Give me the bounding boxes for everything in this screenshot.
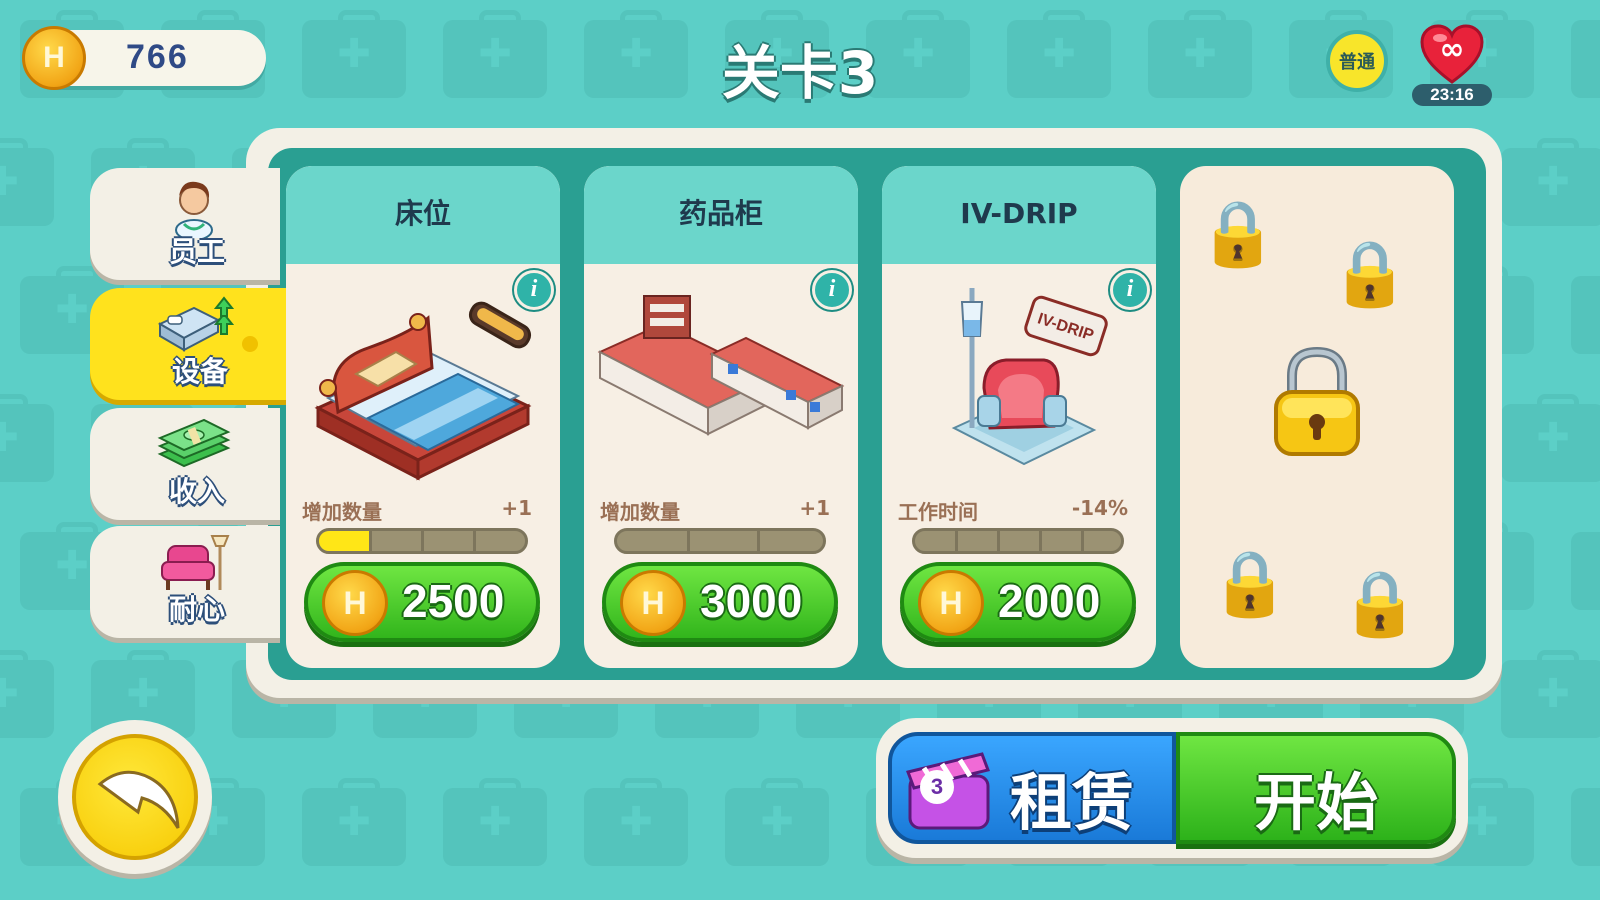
card-stat: 增加数量 +1	[600, 496, 830, 525]
medical-kit-pattern-icon	[0, 394, 54, 482]
progress-divider	[997, 531, 1000, 551]
armchair-icon	[161, 535, 230, 590]
cash-icon	[157, 418, 231, 468]
tab-patience[interactable]: 耐心	[90, 526, 280, 638]
stat-label: 增加数量	[600, 500, 680, 524]
coin-icon: H	[620, 570, 686, 636]
tab-label-staff: 员工	[168, 235, 225, 268]
lock-pattern-icon: 🔒	[1198, 197, 1278, 271]
coin-icon: H	[322, 570, 388, 636]
start-button[interactable]: 开始	[1176, 732, 1456, 844]
lives-timer: 23:16	[1412, 84, 1492, 106]
infinity-icon: ∞	[1439, 32, 1465, 67]
medical-kit-pattern-icon	[1571, 788, 1600, 866]
back-button[interactable]	[58, 720, 212, 874]
lock-pattern-icon: 🔒	[1330, 237, 1410, 311]
lives-indicator[interactable]: ∞ 23:16	[1412, 24, 1492, 106]
progress-divider	[1039, 531, 1042, 551]
back-arrow-icon	[97, 770, 180, 829]
iv-drip-image: IV-DRIP	[951, 288, 1108, 466]
tab-label-patience: 耐心	[168, 593, 225, 626]
tab-label-equipment: 设备	[171, 355, 228, 388]
buy-price: 3000	[700, 575, 803, 627]
medical-kit-pattern-icon	[302, 778, 406, 866]
progress-divider	[757, 531, 760, 551]
medical-kit-pattern-icon	[0, 650, 54, 738]
medical-kit-pattern-icon	[1571, 276, 1600, 354]
card-title: IV-DRIP	[882, 166, 1156, 264]
rent-label: 租赁	[1010, 766, 1135, 839]
stat-value: +1	[799, 496, 830, 520]
stat-value: -14%	[1071, 496, 1128, 520]
bed-upgrade-icon	[157, 296, 234, 352]
progress-fill	[319, 531, 371, 551]
difficulty-badge[interactable]: 普通	[1326, 30, 1388, 92]
tab-label-income: 收入	[168, 475, 225, 508]
card-stat: 增加数量 +1	[302, 496, 532, 525]
medical-kit-pattern-icon	[1501, 394, 1600, 482]
upgrade-card-medicine-cabinet: 药品柜 i 增加数量 +1 H 3000	[584, 166, 858, 668]
lock-pattern-icon: 🔒	[1210, 547, 1290, 621]
padlock-icon	[1274, 346, 1360, 456]
card-title: 药品柜	[584, 166, 858, 264]
upgrade-card-locked[interactable]: 🔒 🔒 🔒 🔒	[1180, 166, 1454, 668]
medical-kit-pattern-icon	[0, 138, 54, 226]
back-button-face	[72, 734, 198, 860]
upgrade-progress	[614, 528, 826, 554]
start-label: 开始	[1253, 766, 1378, 839]
bed-image	[314, 301, 532, 481]
stat-label: 增加数量	[302, 500, 382, 524]
rent-count: 3	[920, 770, 954, 804]
coin-icon: H	[918, 570, 984, 636]
upgrade-card-iv-drip: IV-DRIP i IV-DRIP 工作时间 -14% H 2000	[882, 166, 1156, 668]
card-title: 床位	[286, 166, 560, 264]
medicine-cabinet-image	[597, 295, 845, 436]
medical-kit-pattern-icon	[584, 778, 688, 866]
progress-divider	[473, 531, 476, 551]
progress-divider	[369, 531, 372, 551]
stat-label: 工作时间	[898, 500, 978, 524]
medical-kit-pattern-icon	[1501, 650, 1600, 738]
progress-divider	[1081, 531, 1084, 551]
stat-value: +1	[501, 496, 532, 520]
progress-divider	[687, 531, 690, 551]
tab-income[interactable]: 收入	[90, 408, 280, 520]
medical-kit-pattern-icon	[725, 778, 829, 866]
progress-divider	[421, 531, 424, 551]
medical-kit-pattern-icon	[443, 778, 547, 866]
medical-kit-pattern-icon	[1501, 138, 1600, 226]
tab-equipment[interactable]: 设备	[90, 288, 286, 400]
buy-price: 2500	[402, 575, 505, 627]
buy-price: 2000	[998, 575, 1101, 627]
buy-button-iv-drip[interactable]: H 2000	[900, 562, 1136, 642]
medical-kit-pattern-icon	[1571, 532, 1600, 610]
card-stat: 工作时间 -14%	[898, 496, 1128, 525]
progress-divider	[955, 531, 958, 551]
buy-button-bed[interactable]: H 2500	[304, 562, 540, 642]
upgrade-progress	[912, 528, 1124, 554]
tab-staff[interactable]: 员工	[90, 168, 280, 280]
upgrade-card-bed: 床位 i 增加数量 +1 H 2500	[286, 166, 560, 668]
lock-pattern-icon: 🔒	[1340, 567, 1420, 641]
doctor-icon	[175, 181, 213, 238]
buy-button-medicine-cabinet[interactable]: H 3000	[602, 562, 838, 642]
upgrade-progress	[316, 528, 528, 554]
rent-button[interactable]: 3 租赁	[888, 732, 1176, 844]
